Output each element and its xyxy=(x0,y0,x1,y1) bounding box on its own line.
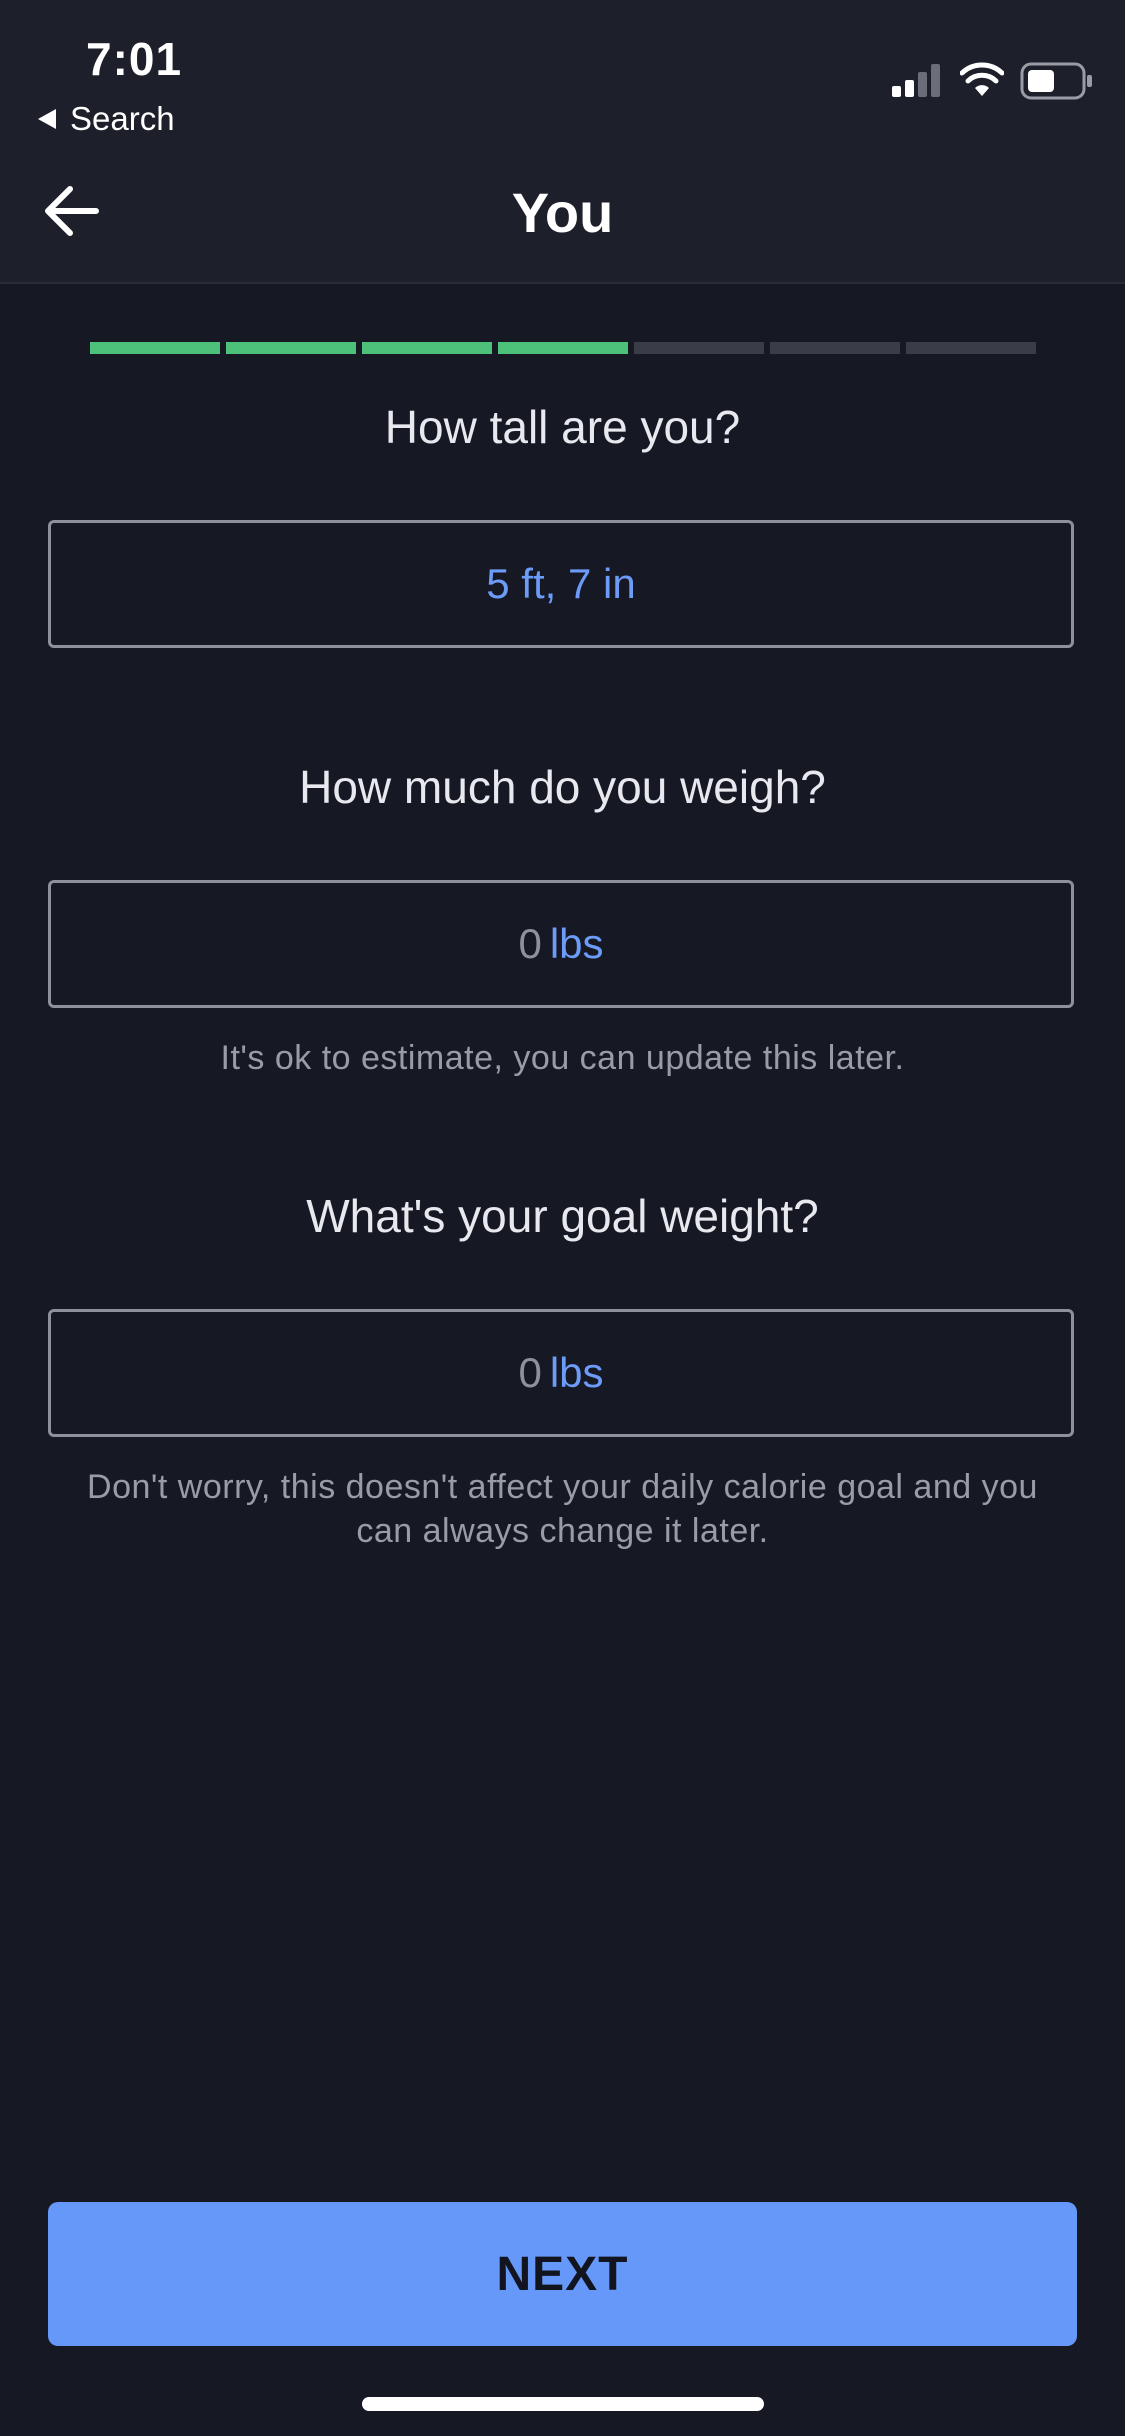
progress-step-4 xyxy=(498,342,628,354)
height-question: How tall are you? xyxy=(384,401,741,453)
status-back-link[interactable]: Search xyxy=(38,100,175,138)
goal-weight-unit: lbs xyxy=(549,1349,604,1396)
goal-weight-hint: Don't worry, this doesn't affect your da… xyxy=(87,1468,1038,1550)
status-back-label: Search xyxy=(70,100,175,137)
progress-step-6 xyxy=(770,342,900,354)
onboarding-progress-bar xyxy=(90,342,1036,354)
weight-field[interactable]: 0 lbs xyxy=(48,880,1074,1008)
goal-weight-field[interactable]: 0 lbs xyxy=(48,1309,1074,1437)
home-indicator[interactable] xyxy=(362,2397,764,2411)
weight-question: How much do you weigh? xyxy=(299,761,826,813)
battery-icon xyxy=(1020,62,1092,100)
height-field[interactable]: 5 ft, 7 in xyxy=(48,520,1074,648)
weight-unit: lbs xyxy=(549,920,604,967)
progress-step-1 xyxy=(90,342,220,354)
progress-step-5 xyxy=(634,342,764,354)
back-triangle-icon xyxy=(38,109,56,129)
wifi-icon xyxy=(960,62,1004,96)
goal-weight-value: 0 xyxy=(518,1349,542,1396)
status-time: 7:01 xyxy=(86,33,183,85)
weight-hint: It's ok to estimate, you can update this… xyxy=(220,1039,905,1077)
page-title: You xyxy=(511,181,614,244)
cellular-signal-icon xyxy=(892,64,940,97)
progress-step-7 xyxy=(906,342,1036,354)
height-value: 5 ft, 7 in xyxy=(486,560,636,607)
progress-step-2 xyxy=(226,342,356,354)
progress-step-3 xyxy=(362,342,492,354)
weight-value: 0 xyxy=(518,920,542,967)
next-button[interactable]: NEXT xyxy=(48,2202,1077,2346)
top-bar: 7:01 Search You xyxy=(0,0,1125,284)
goal-weight-question: What's your goal weight? xyxy=(306,1190,819,1242)
